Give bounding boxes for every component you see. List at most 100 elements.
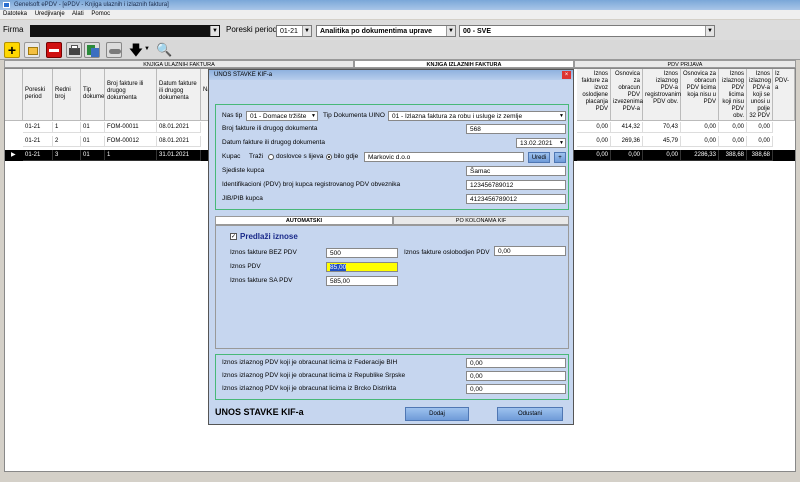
window-title: Genelsoft ePDV - [ePDV - Knjiga ulaznih …	[14, 2, 169, 8]
iznos-pdv-label: Iznos PDV	[230, 263, 261, 270]
poreski-period-label: Poreski period	[226, 25, 278, 34]
predlazi-checkbox[interactable]: ✓	[230, 233, 237, 240]
delete-icon[interactable]	[46, 42, 62, 58]
tab-prijava[interactable]: PDV PRIJAVA	[574, 60, 796, 68]
add-icon[interactable]: +	[4, 42, 20, 58]
col-header: Broj fakture ili drugog dokumenta	[105, 69, 157, 121]
col-header: Tip dokume	[81, 69, 105, 121]
cell: 01	[81, 150, 105, 161]
firma-select[interactable]: ▼	[30, 25, 220, 37]
odustani-button[interactable]: Odustani	[497, 407, 563, 421]
chevron-down-icon[interactable]: ▼	[559, 139, 564, 147]
kupac-search-input[interactable]: Markovic d.o.o	[364, 152, 524, 162]
radio-bilo-gdje[interactable]	[326, 154, 332, 160]
cell: 31.01.2021	[157, 150, 201, 161]
cell: 0,00	[719, 122, 747, 133]
poreski-period-select[interactable]: 01-21 ▼	[276, 25, 312, 37]
sjediste-input[interactable]: Šamac	[466, 166, 566, 176]
cell: 08.01.2021	[157, 122, 201, 133]
tab-ulazne[interactable]: KNJIGA ULAZNIH FAKTURA	[4, 60, 354, 68]
close-icon[interactable]: ×	[562, 71, 571, 79]
idb-label: Identifikacioni (PDV) broj kupca registr…	[222, 181, 401, 188]
cell: 0,00	[747, 136, 773, 147]
cell: 01-21	[23, 136, 53, 147]
uredi-button[interactable]: Uredi	[528, 152, 550, 163]
copy-icon[interactable]	[84, 42, 100, 58]
iznos-pdv-input[interactable]: 85,00	[326, 262, 398, 272]
cell: 3	[53, 150, 81, 161]
idb-input[interactable]: 123456789012	[466, 180, 566, 190]
handshake-icon[interactable]	[106, 42, 122, 58]
cell: FOM-00012	[105, 136, 157, 147]
unos-stavke-dialog: UNOS STAVKE KIF-a × Nas tip 01 - Domace t…	[208, 69, 574, 425]
firma-bar: Firma ▼ Poreski period 01-21 ▼ Analitika …	[0, 20, 800, 40]
broj-fakture-label: Broj fakture ili drugog dokumenta	[222, 125, 318, 132]
watermark: OLX	[6, 430, 56, 455]
col-header: Poreski period	[23, 69, 53, 121]
cell: 2	[53, 136, 81, 147]
radio-doslovce[interactable]	[268, 154, 274, 160]
bd-input[interactable]: 0,00	[466, 384, 566, 394]
rs-input[interactable]: 0,00	[466, 371, 566, 381]
chevron-down-icon[interactable]: ▼	[559, 112, 564, 120]
cell: 0,00	[681, 122, 719, 133]
col-header: Iznos izlaznog PDV licima koji nisu PDV …	[719, 69, 747, 121]
firma-label: Firma	[3, 25, 24, 34]
tab-izlazne[interactable]: KNJIGA IZLAZNIH FAKTURA	[354, 60, 574, 68]
cell: 388,68	[747, 150, 773, 161]
arrow-down-icon[interactable]: 🡇	[128, 42, 144, 58]
tab-po-kolonama[interactable]: PO KOLONAMA KIF	[393, 216, 569, 225]
iznos-sa-pdv-input[interactable]: 585,00	[326, 276, 398, 286]
menu-pomoc[interactable]: Pomoc	[91, 11, 110, 17]
analitika-select[interactable]: Analitika po dokumentima uprave ▼	[316, 25, 456, 37]
broj-fakture-input[interactable]: 568	[466, 124, 566, 134]
menu-alati[interactable]: Alati	[72, 11, 84, 17]
cell: 269,36	[611, 136, 643, 147]
print-icon[interactable]	[66, 42, 82, 58]
cell: FOM-00011	[105, 122, 157, 133]
menu-uredjivanje[interactable]: Uredjivanje	[35, 11, 65, 17]
dodaj-button[interactable]: Dodaj	[405, 407, 469, 421]
row-indicator-header	[5, 69, 23, 121]
col-header: Iznos fakture za izvoz oslodjene placanj…	[577, 69, 611, 121]
nas-tip-select[interactable]: 01 - Domace tržište ▼	[246, 111, 318, 121]
search-icon[interactable]: 🔍	[156, 42, 172, 58]
oslobodjen-label: Iznos fakture oslobodjen PDV	[404, 249, 490, 256]
col-header: Iznos izlaznog PDV-a registrovanim PDV o…	[643, 69, 681, 121]
chevron-down-icon[interactable]: ▼	[311, 112, 316, 120]
fbih-input[interactable]: 0,00	[466, 358, 566, 368]
cell: 0,00	[719, 136, 747, 147]
chevron-down-icon[interactable]: ▼	[705, 26, 714, 36]
toolbar: + 🡇 ▼ 🔍	[0, 40, 800, 60]
chevron-down-icon[interactable]: ▼	[210, 26, 219, 36]
chevron-down-icon[interactable]: ▼	[446, 26, 455, 36]
cell: 70,43	[643, 122, 681, 133]
oslobodjen-input[interactable]: 0,00	[494, 246, 566, 256]
menu-datoteka[interactable]: Datoteka	[3, 11, 27, 17]
edit-icon[interactable]	[24, 42, 40, 58]
col-header: Datum fakture ili drugog dokumenta	[157, 69, 201, 121]
iznos-bez-pdv-input[interactable]: 500	[326, 248, 398, 258]
menu-bar: Datoteka Uredjivanje Alati Pomoc	[0, 10, 800, 19]
app-icon	[3, 2, 10, 8]
cell: 0,00	[577, 150, 611, 161]
tip-dokumenta-select[interactable]: 01 - Izlazna faktura za robu i usluge iz…	[388, 111, 566, 121]
chevron-down-icon[interactable]: ▼	[302, 26, 311, 36]
nas-tip-label: Nas tip	[222, 112, 243, 119]
entiteti-group: Iznos izlaznog PDV koji je obracunat lic…	[215, 354, 569, 400]
main-tabs: KNJIGA ULAZNIH FAKTURA KNJIGA IZLAZNIH F…	[4, 60, 796, 68]
sve-select[interactable]: 00 - SVE ▼	[459, 25, 715, 37]
dropdown-icon[interactable]: ▼	[144, 46, 150, 52]
datum-fakture-label: Datum fakture ili drugog dokumenta	[222, 139, 325, 146]
fbih-label: Iznos izlaznog PDV koji je obracunat lic…	[222, 359, 398, 366]
jib-input[interactable]: 4123456789012	[466, 194, 566, 204]
tab-automatski[interactable]: AUTOMATSKI	[215, 216, 393, 225]
datum-fakture-picker[interactable]: 13.02.2021 ▼	[516, 138, 566, 148]
add-kupac-button[interactable]: +	[554, 152, 566, 163]
iznos-sa-pdv-label: Iznos fakture SA PDV	[230, 277, 293, 284]
cell: 01	[81, 136, 105, 147]
rs-label: Iznos izlaznog PDV koji je obracunat lic…	[222, 372, 406, 379]
trazi-label: Traži	[249, 153, 264, 160]
title-bar: Genelsoft ePDV - [ePDV - Knjiga ulaznih …	[0, 0, 800, 10]
cell: 2286,33	[681, 150, 719, 161]
